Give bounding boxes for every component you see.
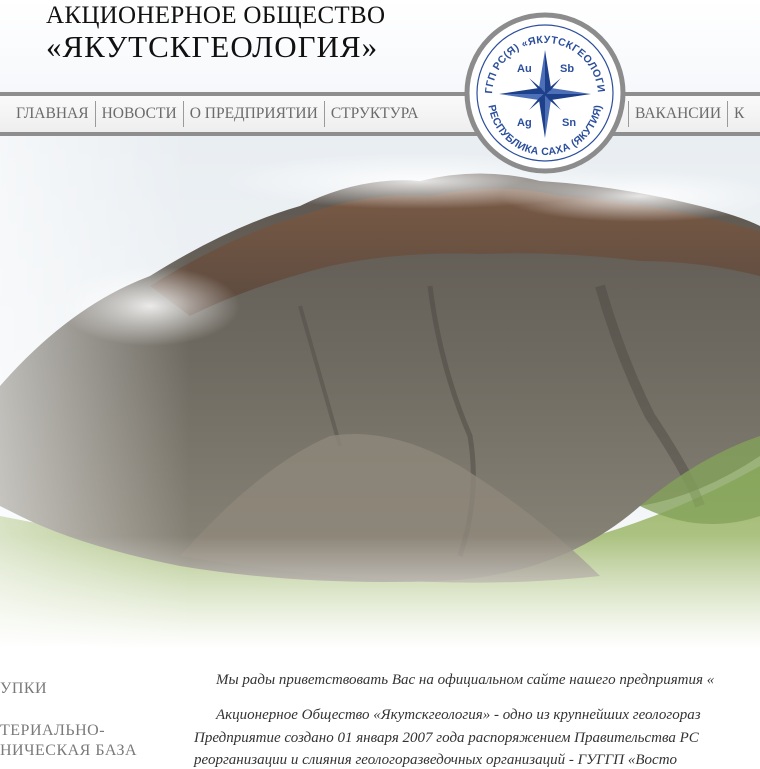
sidebar-item-material-base-line1[interactable]: ТЕРИАЛЬНО- xyxy=(0,722,105,740)
main-navigation: ГЛАВНАЯ НОВОСТИ О ПРЕДПРИЯТИИ СТРУКТУРА … xyxy=(0,92,760,136)
emblem-symbol-au: Au xyxy=(517,63,532,75)
emblem-symbol-sb: Sb xyxy=(560,63,574,75)
hero-mountain-image xyxy=(0,136,760,648)
intro-paragraph-line1: Акционерное Общество «Якутскгеология» - … xyxy=(216,707,701,723)
emblem-symbol-sn: Sn xyxy=(562,117,576,129)
nav-item-vacancies[interactable]: ВАКАНСИИ xyxy=(628,101,727,127)
site-header: АКЦИОНЕРНОЕ ОБЩЕСТВО «ЯКУТСКГЕОЛОГИЯ» xyxy=(0,0,760,92)
intro-paragraph-line2: Предприятие создано 01 января 2007 года … xyxy=(194,730,699,746)
nav-item-news[interactable]: НОВОСТИ xyxy=(96,101,184,127)
welcome-text: Мы рады приветствовать Вас на официально… xyxy=(216,672,715,688)
intro-paragraph-line3: реорганизации и слияния геологоразведочн… xyxy=(194,752,678,768)
company-name-line1: АКЦИОНЕРНОЕ ОБЩЕСТВО xyxy=(46,2,386,29)
nav-item-next[interactable]: К xyxy=(727,101,750,127)
company-name-line2: «ЯКУТСКГЕОЛОГИЯ» xyxy=(46,29,379,64)
nav-item-about[interactable]: О ПРЕДПРИЯТИИ xyxy=(184,101,325,127)
sidebar-item-purchases[interactable]: УПКИ xyxy=(0,680,47,698)
nav-item-structure[interactable]: СТРУКТУРА xyxy=(325,101,425,127)
sidebar-item-material-base-line2[interactable]: НИЧЕСКАЯ БАЗА xyxy=(0,742,137,760)
emblem-symbol-ag: Ag xyxy=(517,117,532,129)
company-emblem-logo[interactable]: ГУГГП РС(Я) «ЯКУТСКГЕОЛОГИЯ» РЕСПУБЛИКА … xyxy=(460,3,626,174)
nav-item-home[interactable]: ГЛАВНАЯ xyxy=(10,101,96,127)
